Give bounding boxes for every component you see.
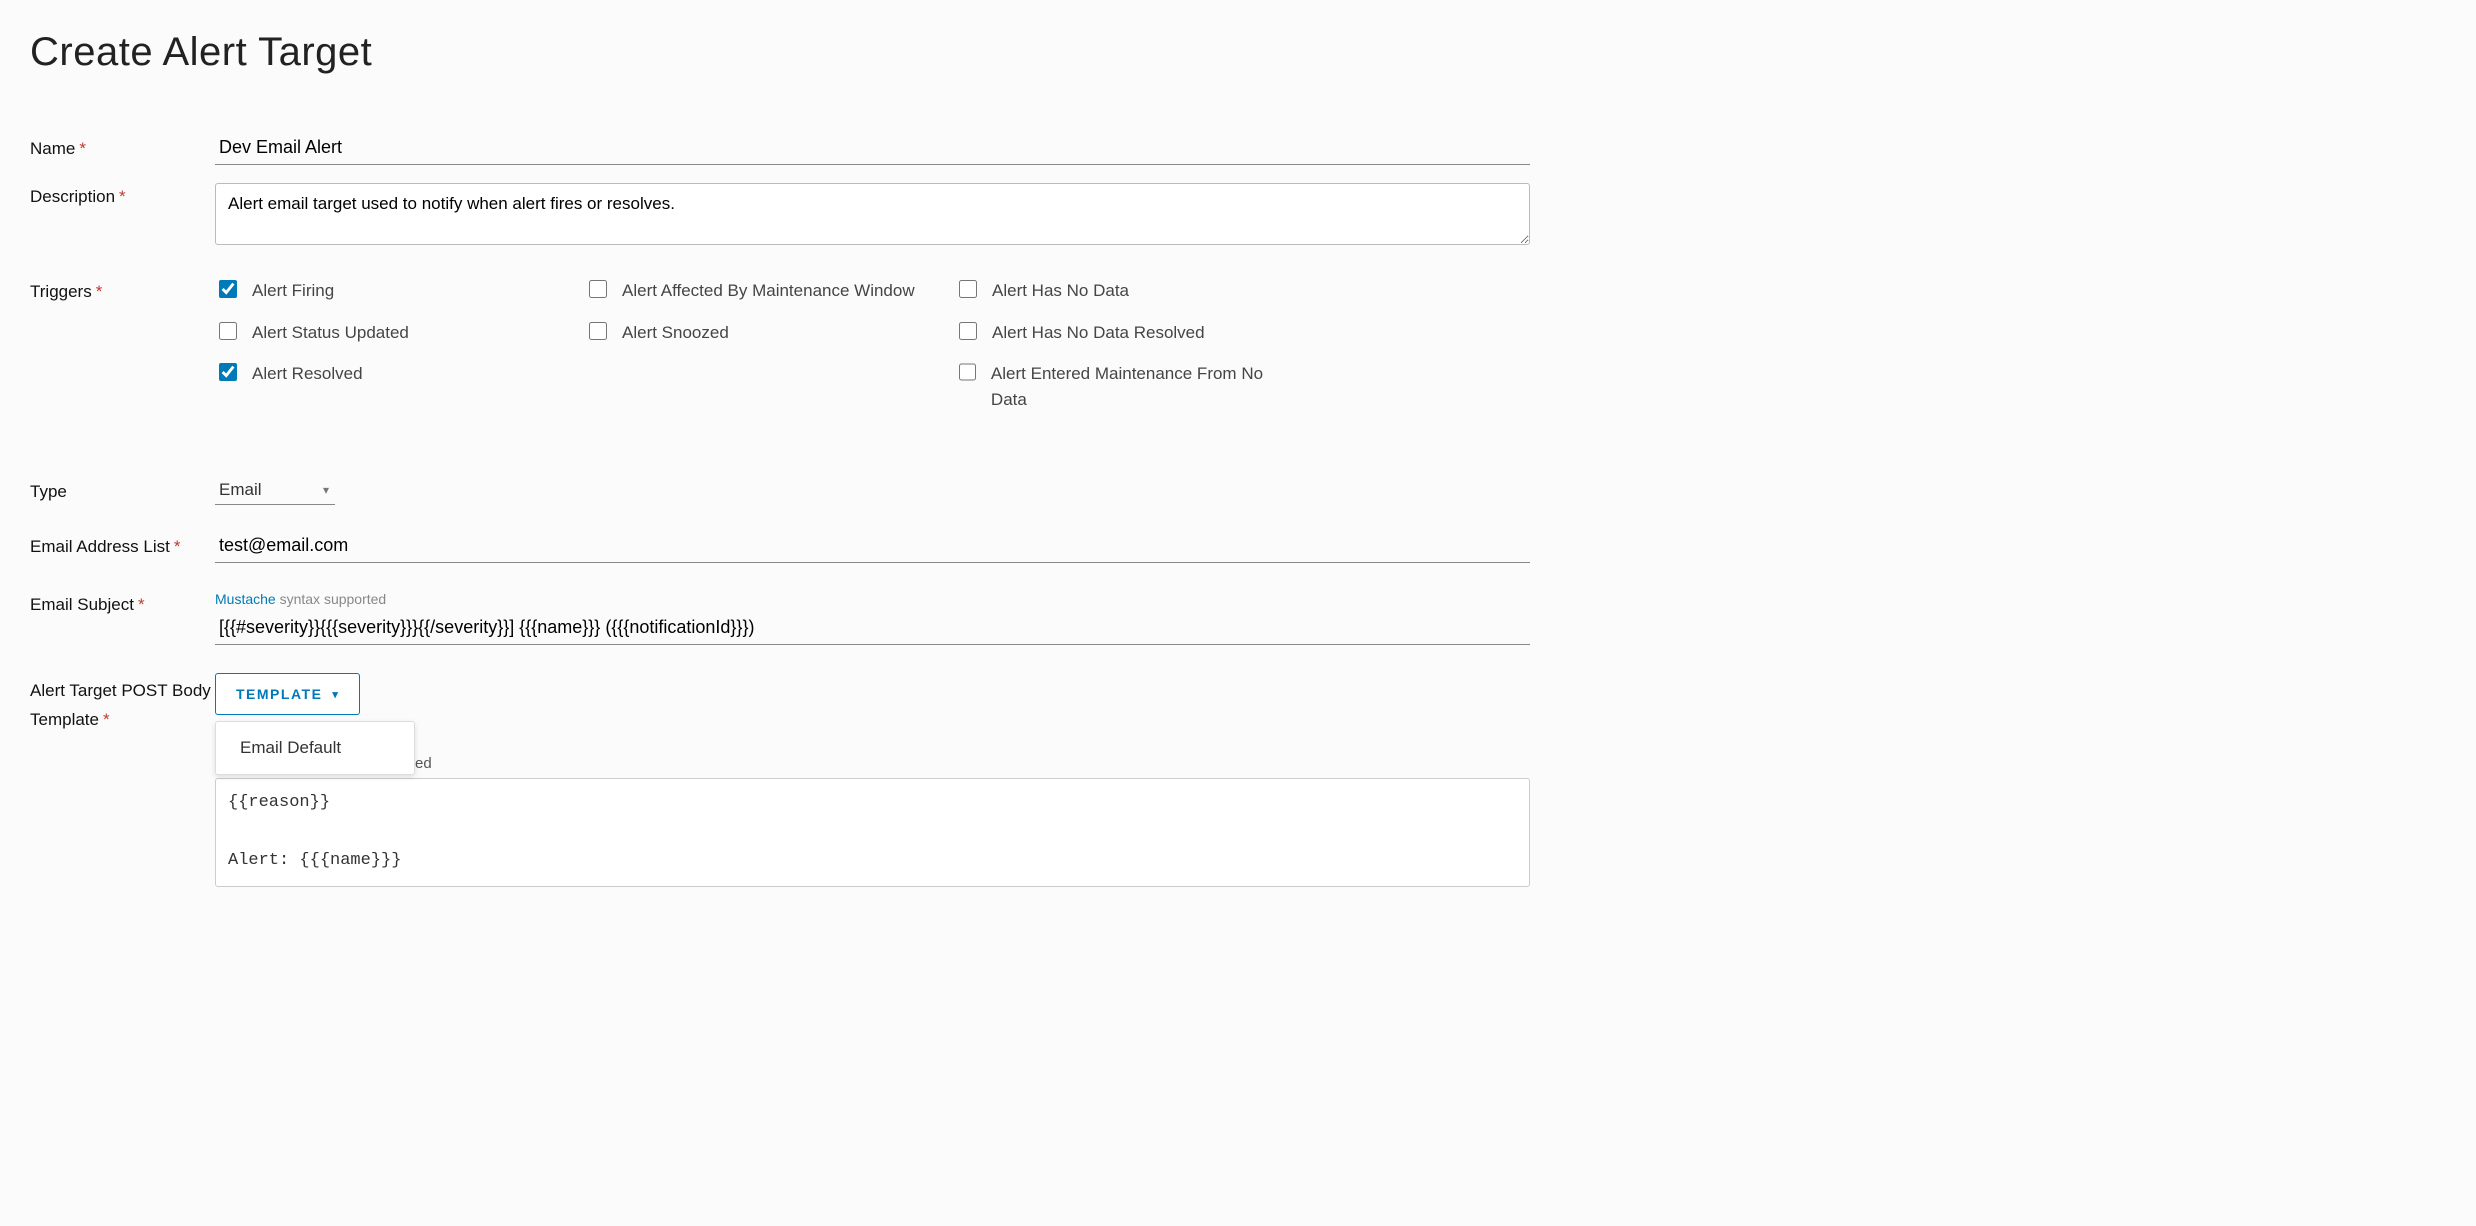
row-body-template: Alert Target POST Body Template* Templat… xyxy=(30,673,1530,887)
label-email-list-text: Email Address List xyxy=(30,537,170,556)
type-select[interactable]: Email ▾ xyxy=(215,478,335,505)
trigger-alert-affected-maintenance[interactable]: Alert Affected By Maintenance Window xyxy=(585,278,915,304)
checkbox-alert-snoozed[interactable] xyxy=(589,322,607,340)
chevron-down-icon: ▾ xyxy=(323,483,329,497)
trigger-label: Alert Status Updated xyxy=(252,320,409,346)
trigger-alert-no-data[interactable]: Alert Has No Data xyxy=(955,278,1285,304)
triggers-col-3: Alert Has No Data Alert Has No Data Reso… xyxy=(955,278,1285,428)
checkbox-alert-resolved[interactable] xyxy=(219,363,237,381)
trigger-label: Alert Firing xyxy=(252,278,334,304)
label-description: Description* xyxy=(30,183,215,207)
label-description-text: Description xyxy=(30,187,115,206)
mustache-link[interactable]: Mustache xyxy=(215,591,276,607)
type-value: Email xyxy=(219,480,262,500)
template-button[interactable]: Template ▾ xyxy=(215,673,360,715)
label-name: Name* xyxy=(30,135,215,159)
trigger-label: Alert Affected By Maintenance Window xyxy=(622,278,915,304)
label-triggers-text: Triggers xyxy=(30,282,92,301)
triggers-columns: Alert Firing Alert Status Updated Alert … xyxy=(215,278,1530,428)
template-dropdown: Email Default xyxy=(215,721,415,775)
email-list-input[interactable] xyxy=(215,533,1530,563)
required-asterisk: * xyxy=(174,537,181,556)
checkbox-alert-entered-maintenance[interactable] xyxy=(959,363,976,381)
row-email-subject: Email Subject* Mustache syntax supported xyxy=(30,591,1530,645)
label-triggers: Triggers* xyxy=(30,278,215,302)
required-asterisk: * xyxy=(103,710,110,729)
row-name: Name* xyxy=(30,135,1530,165)
mustache-hint: Mustache syntax supported xyxy=(215,591,1530,607)
label-body-template: Alert Target POST Body Template* xyxy=(30,673,215,735)
label-body-template-text: Alert Target POST Body Template xyxy=(30,681,211,729)
label-name-text: Name xyxy=(30,139,75,158)
checkbox-alert-firing[interactable] xyxy=(219,280,237,298)
template-option-email-default[interactable]: Email Default xyxy=(216,726,414,770)
label-email-list: Email Address List* xyxy=(30,533,215,557)
label-type-text: Type xyxy=(30,482,67,501)
label-email-subject: Email Subject* xyxy=(30,591,215,615)
trigger-label: Alert Resolved xyxy=(252,361,363,387)
row-description: Description* Alert email target used to … xyxy=(30,183,1530,250)
trigger-alert-status-updated[interactable]: Alert Status Updated xyxy=(215,320,545,346)
checkbox-alert-no-data[interactable] xyxy=(959,280,977,298)
name-input[interactable] xyxy=(215,135,1530,165)
template-button-label: Template xyxy=(236,686,322,702)
checkbox-alert-affected-maintenance[interactable] xyxy=(589,280,607,298)
required-asterisk: * xyxy=(119,187,126,206)
checkbox-alert-status-updated[interactable] xyxy=(219,322,237,340)
required-asterisk: * xyxy=(96,282,103,301)
row-email-list: Email Address List* xyxy=(30,533,1530,563)
trigger-label: Alert Has No Data Resolved xyxy=(992,320,1205,346)
body-template-code[interactable]: {{reason}} Alert: {{{name}}} xyxy=(215,778,1530,887)
email-subject-input[interactable] xyxy=(215,615,1530,645)
row-type: Type Email ▾ xyxy=(30,478,1530,505)
trigger-alert-entered-maintenance[interactable]: Alert Entered Maintenance From No Data xyxy=(955,361,1285,412)
mustache-hint-text: syntax supported xyxy=(276,591,387,607)
page-title: Create Alert Target xyxy=(30,30,1530,75)
description-textarea[interactable]: Alert email target used to notify when a… xyxy=(215,183,1530,245)
label-type: Type xyxy=(30,478,215,502)
triggers-col-1: Alert Firing Alert Status Updated Alert … xyxy=(215,278,545,428)
trigger-alert-resolved[interactable]: Alert Resolved xyxy=(215,361,545,387)
chevron-down-icon: ▾ xyxy=(332,688,339,701)
trigger-label: Alert Entered Maintenance From No Data xyxy=(991,361,1285,412)
trigger-alert-firing[interactable]: Alert Firing xyxy=(215,278,545,304)
label-email-subject-text: Email Subject xyxy=(30,595,134,614)
required-asterisk: * xyxy=(79,139,86,158)
trigger-alert-snoozed[interactable]: Alert Snoozed xyxy=(585,320,915,346)
trigger-label: Alert Has No Data xyxy=(992,278,1129,304)
trigger-label: Alert Snoozed xyxy=(622,320,729,346)
trigger-alert-no-data-resolved[interactable]: Alert Has No Data Resolved xyxy=(955,320,1285,346)
required-asterisk: * xyxy=(138,595,145,614)
triggers-col-2: Alert Affected By Maintenance Window Ale… xyxy=(585,278,915,428)
row-triggers: Triggers* Alert Firing Alert Status Upda… xyxy=(30,278,1530,428)
checkbox-alert-no-data-resolved[interactable] xyxy=(959,322,977,340)
body-hint-visible-text: ed xyxy=(415,755,432,772)
